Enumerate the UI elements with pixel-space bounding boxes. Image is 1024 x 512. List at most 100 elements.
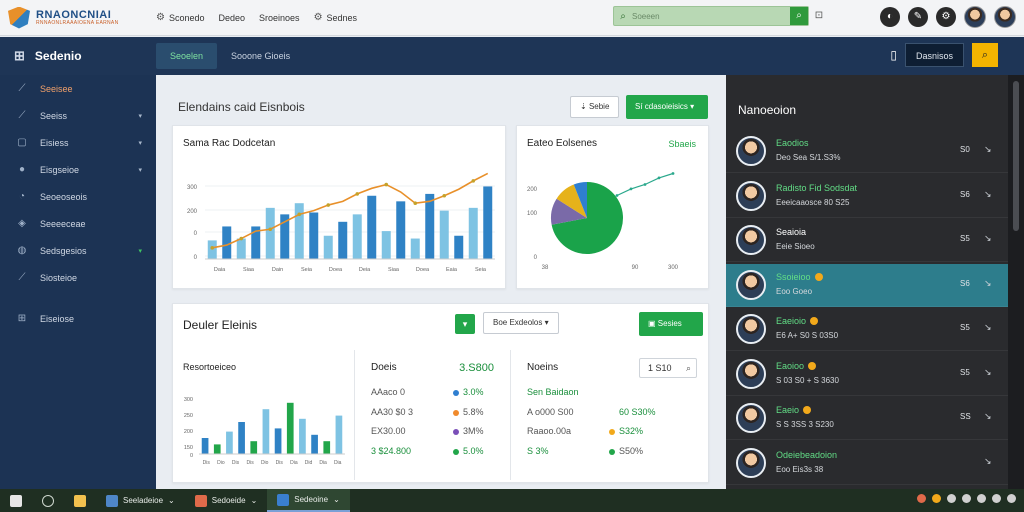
- stat-label: EX30.00: [371, 426, 406, 436]
- bag-icon[interactable]: ▯: [890, 48, 897, 62]
- item-count: S5: [960, 367, 970, 377]
- green-action-button[interactable]: ▣ Sesies: [639, 312, 703, 336]
- top-nav-item[interactable]: Dedeo: [219, 12, 246, 23]
- tab-secondary[interactable]: Sooone Gioeis: [217, 43, 304, 69]
- primary-action-button[interactable]: Sí cdasoieisics ▾: [626, 95, 708, 119]
- bar: [222, 226, 232, 259]
- arrow-icon[interactable]: ↘: [984, 411, 992, 422]
- notification-item[interactable]: Ssoieioo Eoo Goeo S6 ↘: [726, 263, 1008, 307]
- bar: [207, 240, 217, 259]
- chevron-down-icon[interactable]: ▾: [455, 314, 475, 334]
- tray-icon[interactable]: [947, 494, 956, 503]
- scrollbar-thumb[interactable]: [1013, 81, 1019, 231]
- notification-item[interactable]: Radisto Fid Sodsdat Eeeicaaosce 80 S25 S6 ↘: [726, 175, 1008, 218]
- sidebar-item[interactable]: ⟋ Seeisee: [0, 75, 156, 102]
- bar: [323, 441, 331, 454]
- notification-item[interactable]: Eaeio S S 3SS 3 S230 SS ↘: [726, 397, 1008, 440]
- notification-item[interactable]: Odeiebeadoion Eoo Eis3s 38 ↘: [726, 442, 1008, 485]
- tray-icon[interactable]: [1007, 494, 1016, 503]
- user-icon: ●: [18, 164, 26, 175]
- filter-select[interactable]: Boe Exdeolos ▾: [483, 312, 559, 334]
- sidebar-item[interactable]: ◔ Seoeoseois: [0, 183, 156, 210]
- sidebar-item-label: Seeiss: [40, 110, 68, 121]
- search-options-icon[interactable]: ⊡: [812, 7, 826, 25]
- top-nav-item[interactable]: Sroeinoes: [259, 12, 300, 23]
- tray-icon[interactable]: [977, 494, 986, 503]
- sidebar-item[interactable]: ⊞ Eiseiose: [0, 305, 156, 332]
- trend-point: [210, 246, 215, 250]
- sidebar-item[interactable]: ◍ Sedsgesios ▾: [0, 237, 156, 264]
- item-count: S0: [960, 145, 970, 154]
- search-field[interactable]: 1 S10 ⌕: [639, 358, 697, 378]
- x-tick-label: Doea: [329, 267, 343, 273]
- trend-point: [615, 194, 619, 197]
- arrow-icon[interactable]: ↘: [984, 456, 992, 467]
- settings-icon[interactable]: ⚙: [936, 7, 956, 27]
- bar: [213, 444, 221, 454]
- person-detail: Eeie Sioeo: [776, 242, 815, 251]
- stat-value: 3.0%: [463, 387, 484, 397]
- sebie-button[interactable]: ⇣ Sebie: [570, 96, 620, 118]
- taskbar-item[interactable]: Seeladeioe ⌄: [96, 489, 185, 512]
- notification-item[interactable]: Seaioia Eeie Sioeo S5 ↘: [726, 219, 1008, 262]
- scrollbar[interactable]: [1008, 75, 1024, 489]
- avatar[interactable]: [964, 6, 986, 28]
- notification-item[interactable]: Eaeioio E6 A+ S0 S 03S0 S5 ↘: [726, 308, 1008, 351]
- notification-item[interactable]: Eaoioo S 03 S0 + S 3630 S5 ↘: [726, 353, 1008, 396]
- logo-subtext: RNNAONLRAAAIOENA EARNAN: [36, 19, 119, 26]
- chevron-down-icon: ▾: [138, 166, 142, 174]
- top-nav-item[interactable]: ⚙ Sednes: [314, 12, 358, 23]
- x-tick-label: Seia: [475, 267, 487, 273]
- sidebar-item[interactable]: ● Eisgseioe ▾: [0, 156, 156, 183]
- bar: [236, 238, 246, 259]
- sidebar-item[interactable]: ▢ Eisiess ▾: [0, 129, 156, 156]
- dashboard-button[interactable]: Dasnisos: [904, 43, 964, 67]
- gear-icon: ⚙: [156, 12, 165, 23]
- person-detail: E6 A+ S0 S 03S0: [776, 331, 839, 340]
- stat-value: 5.8%: [463, 406, 484, 417]
- app-logo[interactable]: RNAONCNIAI RNNAONLRAAAIOENA EARNAN: [8, 6, 148, 29]
- tray-icon[interactable]: [962, 494, 971, 503]
- search-input[interactable]: ⌕ Soeeen ⌕: [613, 6, 809, 26]
- arrow-icon[interactable]: ↘: [984, 233, 992, 244]
- tray-icon[interactable]: [932, 494, 941, 503]
- avatar[interactable]: [994, 6, 1016, 28]
- x-tick-label: Dia: [319, 460, 327, 466]
- arrow-icon[interactable]: ↘: [984, 278, 992, 289]
- theme-icon[interactable]: ◐: [880, 7, 900, 27]
- stat-value: S50%: [619, 445, 644, 456]
- taskbar-item[interactable]: [32, 489, 64, 512]
- search-icon: ⌕: [620, 10, 626, 22]
- workspace-brand[interactable]: ⊞ Sedenio: [0, 48, 156, 64]
- sidebar-item[interactable]: ⟋ Seeiss ▾: [0, 102, 156, 129]
- apps-grid-icon[interactable]: ⊞: [14, 48, 25, 64]
- notification-item[interactable]: Eaodios Deo Sea S/1.S3% S0 ↘: [726, 130, 1008, 173]
- chevron-down-icon: ▾: [138, 247, 142, 255]
- arrow-icon[interactable]: ↘: [984, 367, 992, 378]
- tray-icon[interactable]: [992, 494, 1001, 503]
- bar: [250, 441, 258, 454]
- arrow-icon[interactable]: ↘: [984, 189, 992, 200]
- sidebar-item[interactable]: ⟋ Siosteioe: [0, 264, 156, 291]
- y-tick-label: 100: [527, 211, 538, 217]
- secondary-header: ⊞ Sedenio Seoelen Sooone Gioeis ▯ Dasniso…: [0, 37, 1024, 75]
- inbox-icon: ▢: [17, 137, 27, 148]
- sidebar-item[interactable]: ◈ Seeeeceae: [0, 210, 156, 237]
- stat-value: 5.0%: [463, 445, 484, 456]
- notifications-panel: Nanoeoion Eaodios Deo Sea S/1.S3% S0 ↘ Radis…: [726, 75, 1008, 489]
- arrow-icon[interactable]: ↘: [984, 322, 992, 333]
- taskbar-item[interactable]: [64, 489, 96, 512]
- search-button[interactable]: ⌕: [972, 43, 998, 67]
- person-name-line: Radisto Fid Sodsdat: [776, 183, 857, 193]
- card-title: Doeis: [371, 362, 397, 373]
- taskbar-item[interactable]: Sedeoine ⌄: [267, 489, 350, 512]
- stat-row: AA30 $0 3 5.8%: [371, 407, 500, 421]
- edit-icon[interactable]: ✎: [908, 7, 928, 27]
- tray-icon[interactable]: [917, 494, 926, 503]
- tab-overview[interactable]: Seoelen: [156, 43, 218, 69]
- arrow-icon[interactable]: ↘: [984, 144, 992, 155]
- search-button[interactable]: ⌕: [790, 7, 808, 25]
- taskbar-item[interactable]: Sedoeide ⌄: [185, 489, 268, 512]
- taskbar-item[interactable]: [0, 489, 32, 512]
- top-nav-item[interactable]: ⚙ Sconedo: [156, 12, 205, 23]
